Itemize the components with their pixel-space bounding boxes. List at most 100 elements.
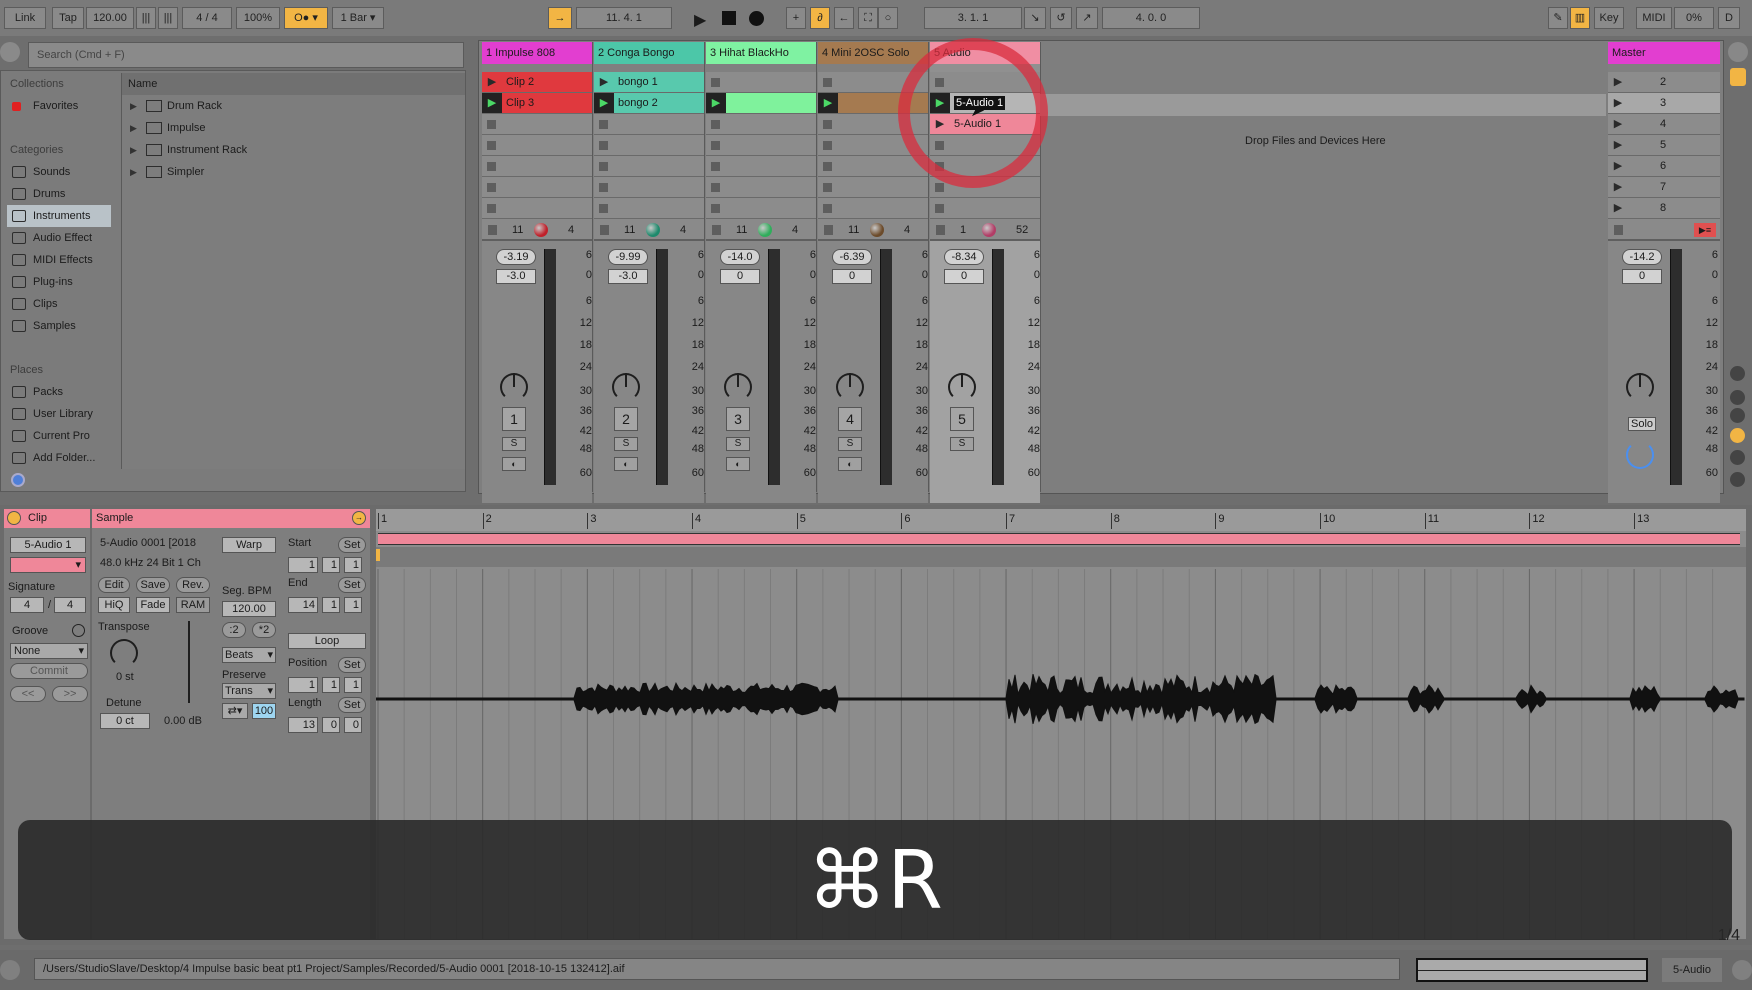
- pan-field[interactable]: 0: [944, 269, 984, 284]
- scene-launch-icon[interactable]: ▶: [1608, 156, 1628, 176]
- clip-launch-icon[interactable]: ▶: [818, 93, 838, 113]
- warp-marker-lane[interactable]: [376, 547, 1746, 567]
- bar-beat-field[interactable]: 13: [288, 717, 318, 733]
- clip-slot-empty[interactable]: [706, 198, 816, 219]
- link-button[interactable]: Link: [4, 7, 46, 29]
- volume-readout[interactable]: -14.0: [720, 249, 760, 265]
- arm-button[interactable]: ◐: [838, 457, 862, 471]
- clip-launch-icon[interactable]: ▶: [594, 93, 614, 113]
- track-header[interactable]: 4 Mini 2OSC Solo: [818, 42, 928, 64]
- pan-field[interactable]: -3.0: [608, 269, 648, 284]
- bar-beat-field[interactable]: 1: [322, 597, 340, 613]
- crossfader-toggle-icon[interactable]: [1730, 472, 1745, 487]
- mixer-section-icon[interactable]: [1730, 428, 1745, 443]
- scene-launch-icon[interactable]: ▶: [1608, 114, 1628, 134]
- key-map-button[interactable]: Key: [1594, 7, 1624, 29]
- hiq-button[interactable]: HiQ: [98, 597, 130, 613]
- track-header[interactable]: 3 Hihat BlackHo: [706, 42, 816, 64]
- expand-triangle-icon[interactable]: ▶: [130, 117, 137, 139]
- capture-button[interactable]: ⛶: [858, 7, 878, 29]
- solo-button[interactable]: S: [838, 437, 862, 451]
- sidebar-item-midi-effects[interactable]: MIDI Effects: [7, 249, 111, 271]
- master-header[interactable]: Master: [1608, 42, 1720, 64]
- clip-slot-empty[interactable]: [482, 135, 592, 156]
- midi-map-button[interactable]: MIDI: [1636, 7, 1672, 29]
- scene-menu-icon[interactable]: [1728, 42, 1748, 62]
- bar-beat-field[interactable]: 1: [288, 677, 318, 693]
- search-input[interactable]: Search (Cmd + F): [28, 42, 464, 68]
- bar-beat-field[interactable]: 1: [322, 677, 340, 693]
- sidebar-item-sounds[interactable]: Sounds: [7, 161, 111, 183]
- place-item[interactable]: Current Pro: [7, 425, 111, 447]
- track-activator-button[interactable]: 4: [838, 407, 862, 431]
- signature-denominator[interactable]: 4: [54, 597, 86, 613]
- crossfade-button[interactable]: ▶≡: [1694, 223, 1716, 237]
- browser-item[interactable]: ▶ Drum Rack: [122, 95, 465, 117]
- zoom-field[interactable]: 100%: [236, 7, 280, 29]
- scene-launch-icon[interactable]: ▶: [1608, 72, 1628, 92]
- scene-slot[interactable]: ▶ 4: [1608, 114, 1720, 135]
- stop-button[interactable]: [722, 11, 736, 25]
- clip-stop-icon[interactable]: [823, 120, 832, 129]
- loop-mode-select[interactable]: ⇄▾: [222, 703, 248, 719]
- stop-clip-button[interactable]: [488, 225, 497, 235]
- seg-bpm-field[interactable]: 120.00: [222, 601, 276, 617]
- loop-start-field[interactable]: 3. 1. 1: [924, 7, 1022, 29]
- clip-stop-icon[interactable]: [935, 204, 944, 213]
- clip-stop-icon[interactable]: [823, 204, 832, 213]
- solo-button[interactable]: S: [502, 437, 526, 451]
- quantize-select[interactable]: 1 Bar ▾: [332, 7, 384, 29]
- scene-slot[interactable]: ▶ 3: [1608, 93, 1720, 114]
- browser-item[interactable]: ▶ Instrument Rack: [122, 139, 465, 161]
- arm-button[interactable]: ◐: [502, 457, 526, 471]
- ruler-bar-label[interactable]: 3: [587, 513, 596, 529]
- preserve-select[interactable]: Trans ▾: [222, 683, 276, 699]
- master-pan[interactable]: 0: [1622, 269, 1662, 284]
- clip-name-field[interactable]: 5-Audio 1: [10, 537, 86, 553]
- loop-toggle[interactable]: Loop: [288, 633, 366, 649]
- clip-slot-empty[interactable]: [482, 114, 592, 135]
- scene-slot[interactable]: ▶ 2: [1608, 72, 1720, 93]
- track-header[interactable]: 2 Conga Bongo: [594, 42, 704, 64]
- record-button[interactable]: [749, 11, 764, 26]
- clip-slot-empty[interactable]: [818, 177, 928, 198]
- overdub-button[interactable]: +: [786, 7, 806, 29]
- sidebar-item-clips[interactable]: Clips: [7, 293, 111, 315]
- commit-button[interactable]: Commit: [10, 663, 88, 679]
- clip-stop-icon[interactable]: [823, 78, 832, 87]
- clip-color-select[interactable]: ▾: [10, 557, 86, 573]
- clip-slot-filled[interactable]: ▶ bongo 2: [594, 93, 704, 114]
- loop-brace[interactable]: [378, 533, 1740, 545]
- master-volume[interactable]: -14.2: [1622, 249, 1662, 265]
- clip-stop-icon[interactable]: [711, 162, 720, 171]
- arm-button[interactable]: ◐: [614, 457, 638, 471]
- ruler-bar-label[interactable]: 2: [482, 513, 492, 529]
- warp-mode-select[interactable]: Beats ▾: [222, 647, 276, 663]
- volume-readout[interactable]: -6.39: [832, 249, 872, 265]
- nudge-down-button[interactable]: |||: [136, 7, 156, 29]
- scene-launch-icon[interactable]: ▶: [1608, 135, 1628, 155]
- tempo-field[interactable]: 120.00: [86, 7, 134, 29]
- clip-slot-empty[interactable]: [482, 156, 592, 177]
- bar-beat-field[interactable]: 14: [288, 597, 318, 613]
- mixer-toggle-icon[interactable]: [1730, 68, 1746, 86]
- envelope-field[interactable]: 100: [252, 703, 276, 719]
- play-button[interactable]: ▶: [694, 10, 706, 30]
- ruler-bar-label[interactable]: 5: [796, 513, 806, 529]
- overview-thumbnail[interactable]: [1416, 958, 1648, 982]
- clip-slot-empty[interactable]: [482, 177, 592, 198]
- browser-item[interactable]: ▶ Impulse: [122, 117, 465, 139]
- stop-clip-button[interactable]: [936, 225, 945, 235]
- clip-slot-empty[interactable]: [706, 156, 816, 177]
- signature-numerator[interactable]: 4: [10, 597, 44, 613]
- clip-activator-icon[interactable]: [7, 511, 21, 525]
- clip-slot-empty[interactable]: [594, 156, 704, 177]
- ruler-bar-label[interactable]: 13: [1634, 513, 1649, 529]
- loop-length-field[interactable]: 4. 0. 0: [1102, 7, 1200, 29]
- groove-select[interactable]: None ▾: [10, 643, 88, 659]
- bar-beat-field[interactable]: 1: [288, 557, 318, 573]
- pan-knob[interactable]: [724, 373, 752, 401]
- nudge-up-button[interactable]: |||: [158, 7, 178, 29]
- detail-toggle-icon[interactable]: [1732, 960, 1752, 980]
- length-set-button[interactable]: Set: [338, 697, 366, 713]
